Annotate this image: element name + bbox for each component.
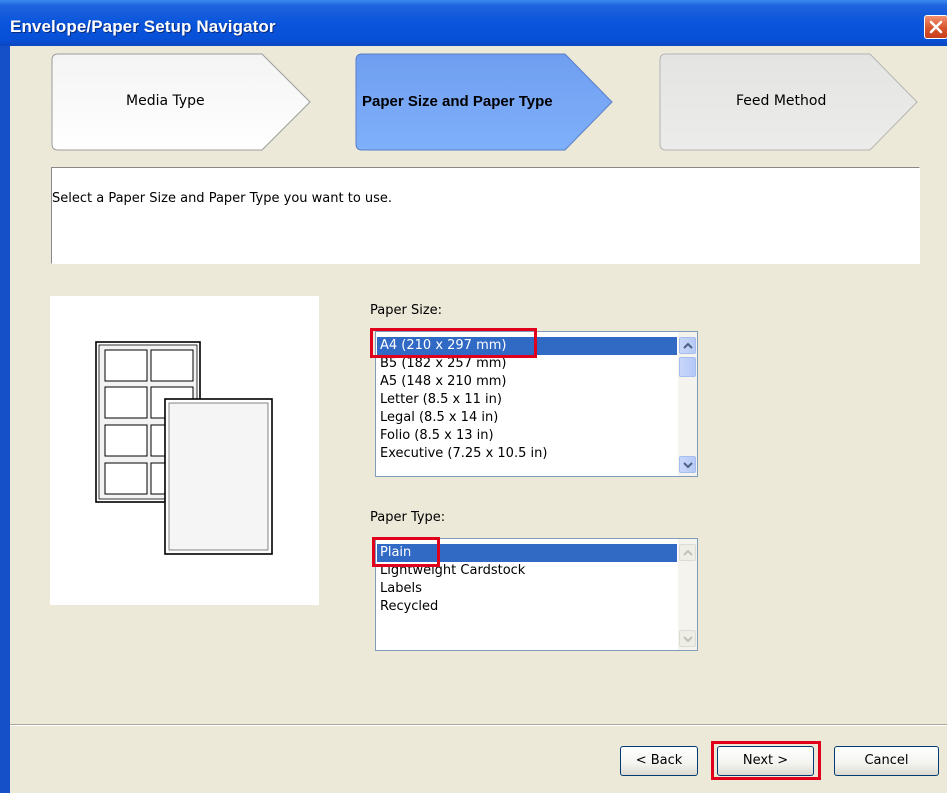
paper-type-label: Paper Type:: [370, 510, 446, 525]
instruction-text: Select a Paper Size and Paper Type you w…: [52, 191, 393, 206]
scroll-thumb[interactable]: [679, 357, 696, 377]
window-left-border: [0, 46, 10, 793]
paper-size-label: Paper Size:: [370, 303, 443, 318]
instruction-box: Select a Paper Size and Paper Type you w…: [51, 167, 920, 264]
scroll-up-arrow-icon: [683, 342, 693, 349]
paper-size-option[interactable]: Letter (8.5 x 11 in): [377, 391, 677, 409]
paper-size-scrollbar[interactable]: [678, 332, 697, 476]
step-feed-method: Feed Method: [736, 93, 827, 109]
close-button[interactable]: [924, 15, 947, 39]
paper-type-option[interactable]: Labels: [377, 580, 677, 598]
paper-size-option[interactable]: Folio (8.5 x 13 in): [377, 427, 677, 445]
scroll-up-arrow-icon: [683, 549, 693, 556]
scroll-up-button[interactable]: [679, 337, 696, 354]
footer-separator-highlight: [10, 725, 947, 726]
step-paper-size-and-type: Paper Size and Paper Type: [362, 93, 553, 110]
paper-size-option[interactable]: Executive (7.25 x 10.5 in): [377, 445, 677, 463]
scroll-up-button[interactable]: [679, 544, 696, 561]
close-icon: [929, 20, 943, 34]
paper-type-highlight: [372, 537, 440, 567]
paper-type-option[interactable]: Recycled: [377, 598, 677, 616]
scroll-down-button[interactable]: [679, 456, 696, 473]
setup-navigator-window: Envelope/Paper Setup Navigator Media Typ…: [0, 0, 947, 793]
scroll-down-arrow-icon: [683, 636, 693, 643]
title-bar[interactable]: Envelope/Paper Setup Navigator: [0, 0, 947, 46]
window-title: Envelope/Paper Setup Navigator: [10, 17, 276, 36]
paper-preview-panel: [50, 296, 319, 605]
paper-labels-preview-icon: [95, 341, 273, 555]
back-button[interactable]: < Back: [620, 746, 698, 776]
paper-size-highlight: [370, 328, 537, 358]
cancel-button[interactable]: Cancel: [834, 746, 939, 776]
paper-size-option[interactable]: A5 (148 x 210 mm): [377, 373, 677, 391]
next-button-highlight: [711, 741, 821, 780]
paper-type-scrollbar[interactable]: [678, 539, 697, 650]
step-media-type: Media Type: [126, 93, 205, 109]
paper-size-option[interactable]: Legal (8.5 x 14 in): [377, 409, 677, 427]
scroll-down-button[interactable]: [679, 630, 696, 647]
scroll-down-arrow-icon: [683, 462, 693, 469]
